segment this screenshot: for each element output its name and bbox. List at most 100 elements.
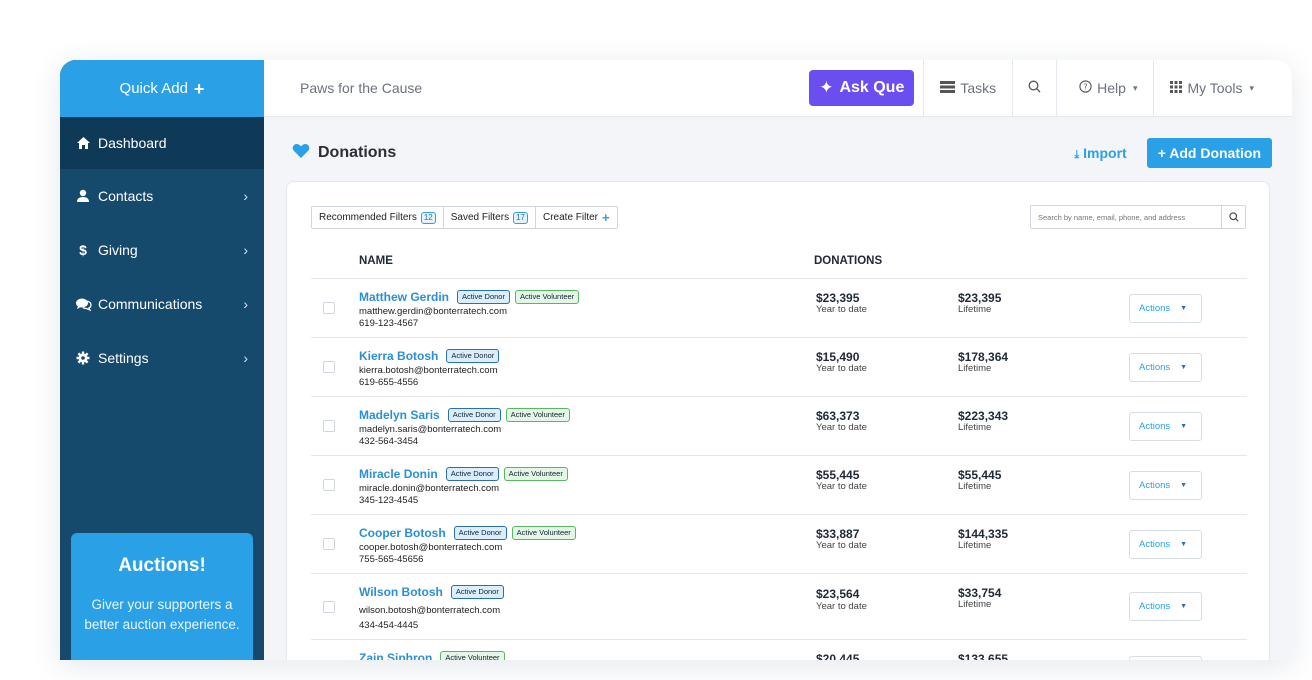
contact-name-link[interactable]: Cooper Botosh xyxy=(359,526,446,540)
chevron-right-icon: › xyxy=(243,350,248,366)
ask-que-label: Ask Que xyxy=(839,79,905,96)
row-checkbox[interactable] xyxy=(323,420,335,432)
row-name-line: Zain Siphron Active Volunteer xyxy=(359,651,505,660)
actions-dropdown[interactable]: Actions ▼ xyxy=(1129,530,1202,559)
ytd-label: Year to date xyxy=(816,601,867,612)
tasks-button[interactable]: Tasks xyxy=(923,60,1012,117)
row-checkbox[interactable] xyxy=(323,302,335,314)
lifetime-label: Lifetime xyxy=(958,422,992,433)
chat-icon xyxy=(74,297,92,311)
table-row: Miracle Donin Active Donor Active Volunt… xyxy=(311,456,1247,515)
contact-email: wilson.botosh@bonterratech.com xyxy=(359,605,501,616)
row-checkbox[interactable] xyxy=(323,361,335,373)
table-row: Wilson Botosh Active Donor wilson.botosh… xyxy=(311,574,1247,640)
caret-down-icon: ▾ xyxy=(1132,82,1138,93)
sidebar-item-settings[interactable]: Settings › xyxy=(60,331,264,385)
lifetime-label: Lifetime xyxy=(958,540,992,551)
actions-label: Actions xyxy=(1139,480,1171,491)
tasks-label: Tasks xyxy=(960,80,997,96)
column-header-name: NAME xyxy=(359,255,393,267)
chevron-right-icon: › xyxy=(243,188,248,204)
tasks-icon xyxy=(940,80,956,96)
my-tools-menu[interactable]: My Tools ▾ xyxy=(1153,60,1292,117)
sidebar: Quick Add + Dashboard Contacts › $ Givin… xyxy=(60,60,264,660)
quick-add-button[interactable]: Quick Add + xyxy=(60,60,264,117)
sidebar-item-communications[interactable]: Communications › xyxy=(60,277,264,331)
heart-icon xyxy=(292,143,310,164)
contact-name-link[interactable]: Madelyn Saris xyxy=(359,408,440,422)
search-button[interactable] xyxy=(1012,60,1056,117)
row-checkbox[interactable] xyxy=(323,538,335,550)
import-link[interactable]: ⤓ Import xyxy=(1074,145,1126,162)
auctions-promo[interactable]: Auctions! Giver your supporters a better… xyxy=(71,533,253,660)
table-row: Matthew Gerdin Active Donor Active Volun… xyxy=(311,279,1247,338)
contact-email: madelyn.saris@bonterratech.com xyxy=(359,424,502,435)
search-box xyxy=(1030,205,1246,229)
actions-dropdown[interactable]: Actions ▼ xyxy=(1129,353,1202,382)
row-name-line: Madelyn Saris Active Donor Active Volunt… xyxy=(359,408,570,422)
gear-icon xyxy=(74,351,92,365)
ytd-label: Year to date xyxy=(816,540,867,551)
plus-icon: + xyxy=(602,210,610,225)
contact-name-link[interactable]: Miracle Donin xyxy=(359,467,438,481)
actions-dropdown[interactable]: Actions ▼ xyxy=(1129,471,1202,500)
filter-bar: Recommended Filters 12 Saved Filters 17 … xyxy=(311,206,618,229)
ytd-amount: $15,490 xyxy=(816,350,860,364)
caret-down-icon: ▼ xyxy=(1180,541,1188,548)
add-donation-button[interactable]: + Add Donation xyxy=(1146,138,1272,168)
user-icon xyxy=(74,189,92,203)
chevron-right-icon: › xyxy=(243,242,248,258)
actions-label: Actions xyxy=(1139,421,1171,432)
contact-email: miracle.donin@bonterratech.com xyxy=(359,483,500,494)
actions-dropdown[interactable] xyxy=(1129,656,1202,660)
ask-que-button[interactable]: ✦ Ask Que xyxy=(809,70,915,106)
active-volunteer-badge: Active Volunteer xyxy=(503,467,568,481)
row-name-line: Wilson Botosh Active Donor xyxy=(359,585,504,599)
contact-phone: 619-655-4556 xyxy=(359,377,419,388)
active-volunteer-badge: Active Volunteer xyxy=(440,651,505,660)
lifetime-label: Lifetime xyxy=(958,599,992,610)
actions-label: Actions xyxy=(1139,601,1171,612)
row-checkbox[interactable] xyxy=(323,601,335,613)
row-checkbox[interactable] xyxy=(323,479,335,491)
actions-dropdown[interactable]: Actions ▼ xyxy=(1129,412,1202,441)
donations-card: Recommended Filters 12 Saved Filters 17 … xyxy=(286,181,1270,660)
promo-title: Auctions! xyxy=(118,555,206,576)
sparkle-icon: ✦ xyxy=(819,78,834,97)
create-filter-button[interactable]: Create Filter + xyxy=(536,207,617,228)
contact-email: cooper.botosh@bonterratech.com xyxy=(359,542,503,553)
sidebar-item-label: Dashboard xyxy=(98,135,167,151)
help-icon: ? xyxy=(1079,80,1092,96)
sidebar-item-giving[interactable]: $ Giving › xyxy=(60,223,264,277)
column-header-donations: DONATIONS xyxy=(814,255,883,267)
ytd-label: Year to date xyxy=(816,304,867,315)
contact-name-link[interactable]: Zain Siphron xyxy=(359,651,432,660)
sidebar-item-contacts[interactable]: Contacts › xyxy=(60,169,264,223)
recommended-filters-button[interactable]: Recommended Filters 12 xyxy=(312,207,444,228)
ytd-amount: $23,395 xyxy=(816,291,860,305)
ytd-amount: $23,564 xyxy=(816,587,860,601)
help-menu[interactable]: ? Help ▾ xyxy=(1056,60,1153,117)
topbar: Paws for the Cause ✦ Ask Que Tasks ? Hel… xyxy=(264,60,1292,117)
contact-name-link[interactable]: Matthew Gerdin xyxy=(359,290,449,304)
table-row: Cooper Botosh Active Donor Active Volunt… xyxy=(311,515,1247,574)
saved-filters-button[interactable]: Saved Filters 17 xyxy=(444,207,536,228)
sidebar-item-dashboard[interactable]: Dashboard xyxy=(60,117,264,169)
organization-name: Paws for the Cause xyxy=(300,80,423,96)
contact-name-link[interactable]: Wilson Botosh xyxy=(359,585,443,599)
row-name-line: Cooper Botosh Active Donor Active Volunt… xyxy=(359,526,576,540)
ytd-label: Year to date xyxy=(816,481,867,492)
contact-name-link[interactable]: Kierra Botosh xyxy=(359,349,438,363)
sidebar-item-label: Contacts xyxy=(98,188,154,204)
import-label: Import xyxy=(1083,144,1127,161)
search-submit-button[interactable] xyxy=(1221,206,1245,228)
home-icon xyxy=(74,136,92,150)
actions-dropdown[interactable]: Actions ▼ xyxy=(1129,592,1202,621)
lifetime-label: Lifetime xyxy=(958,481,992,492)
search-input[interactable] xyxy=(1031,206,1221,228)
table-row: Madelyn Saris Active Donor Active Volunt… xyxy=(311,397,1247,456)
page-header: Donations ⤓ Import + Add Donation xyxy=(292,137,1272,169)
table-row: Kierra Botosh Active Donor kierra.botosh… xyxy=(311,338,1247,397)
row-name-line: Kierra Botosh Active Donor xyxy=(359,349,500,363)
actions-dropdown[interactable]: Actions ▼ xyxy=(1129,294,1202,323)
